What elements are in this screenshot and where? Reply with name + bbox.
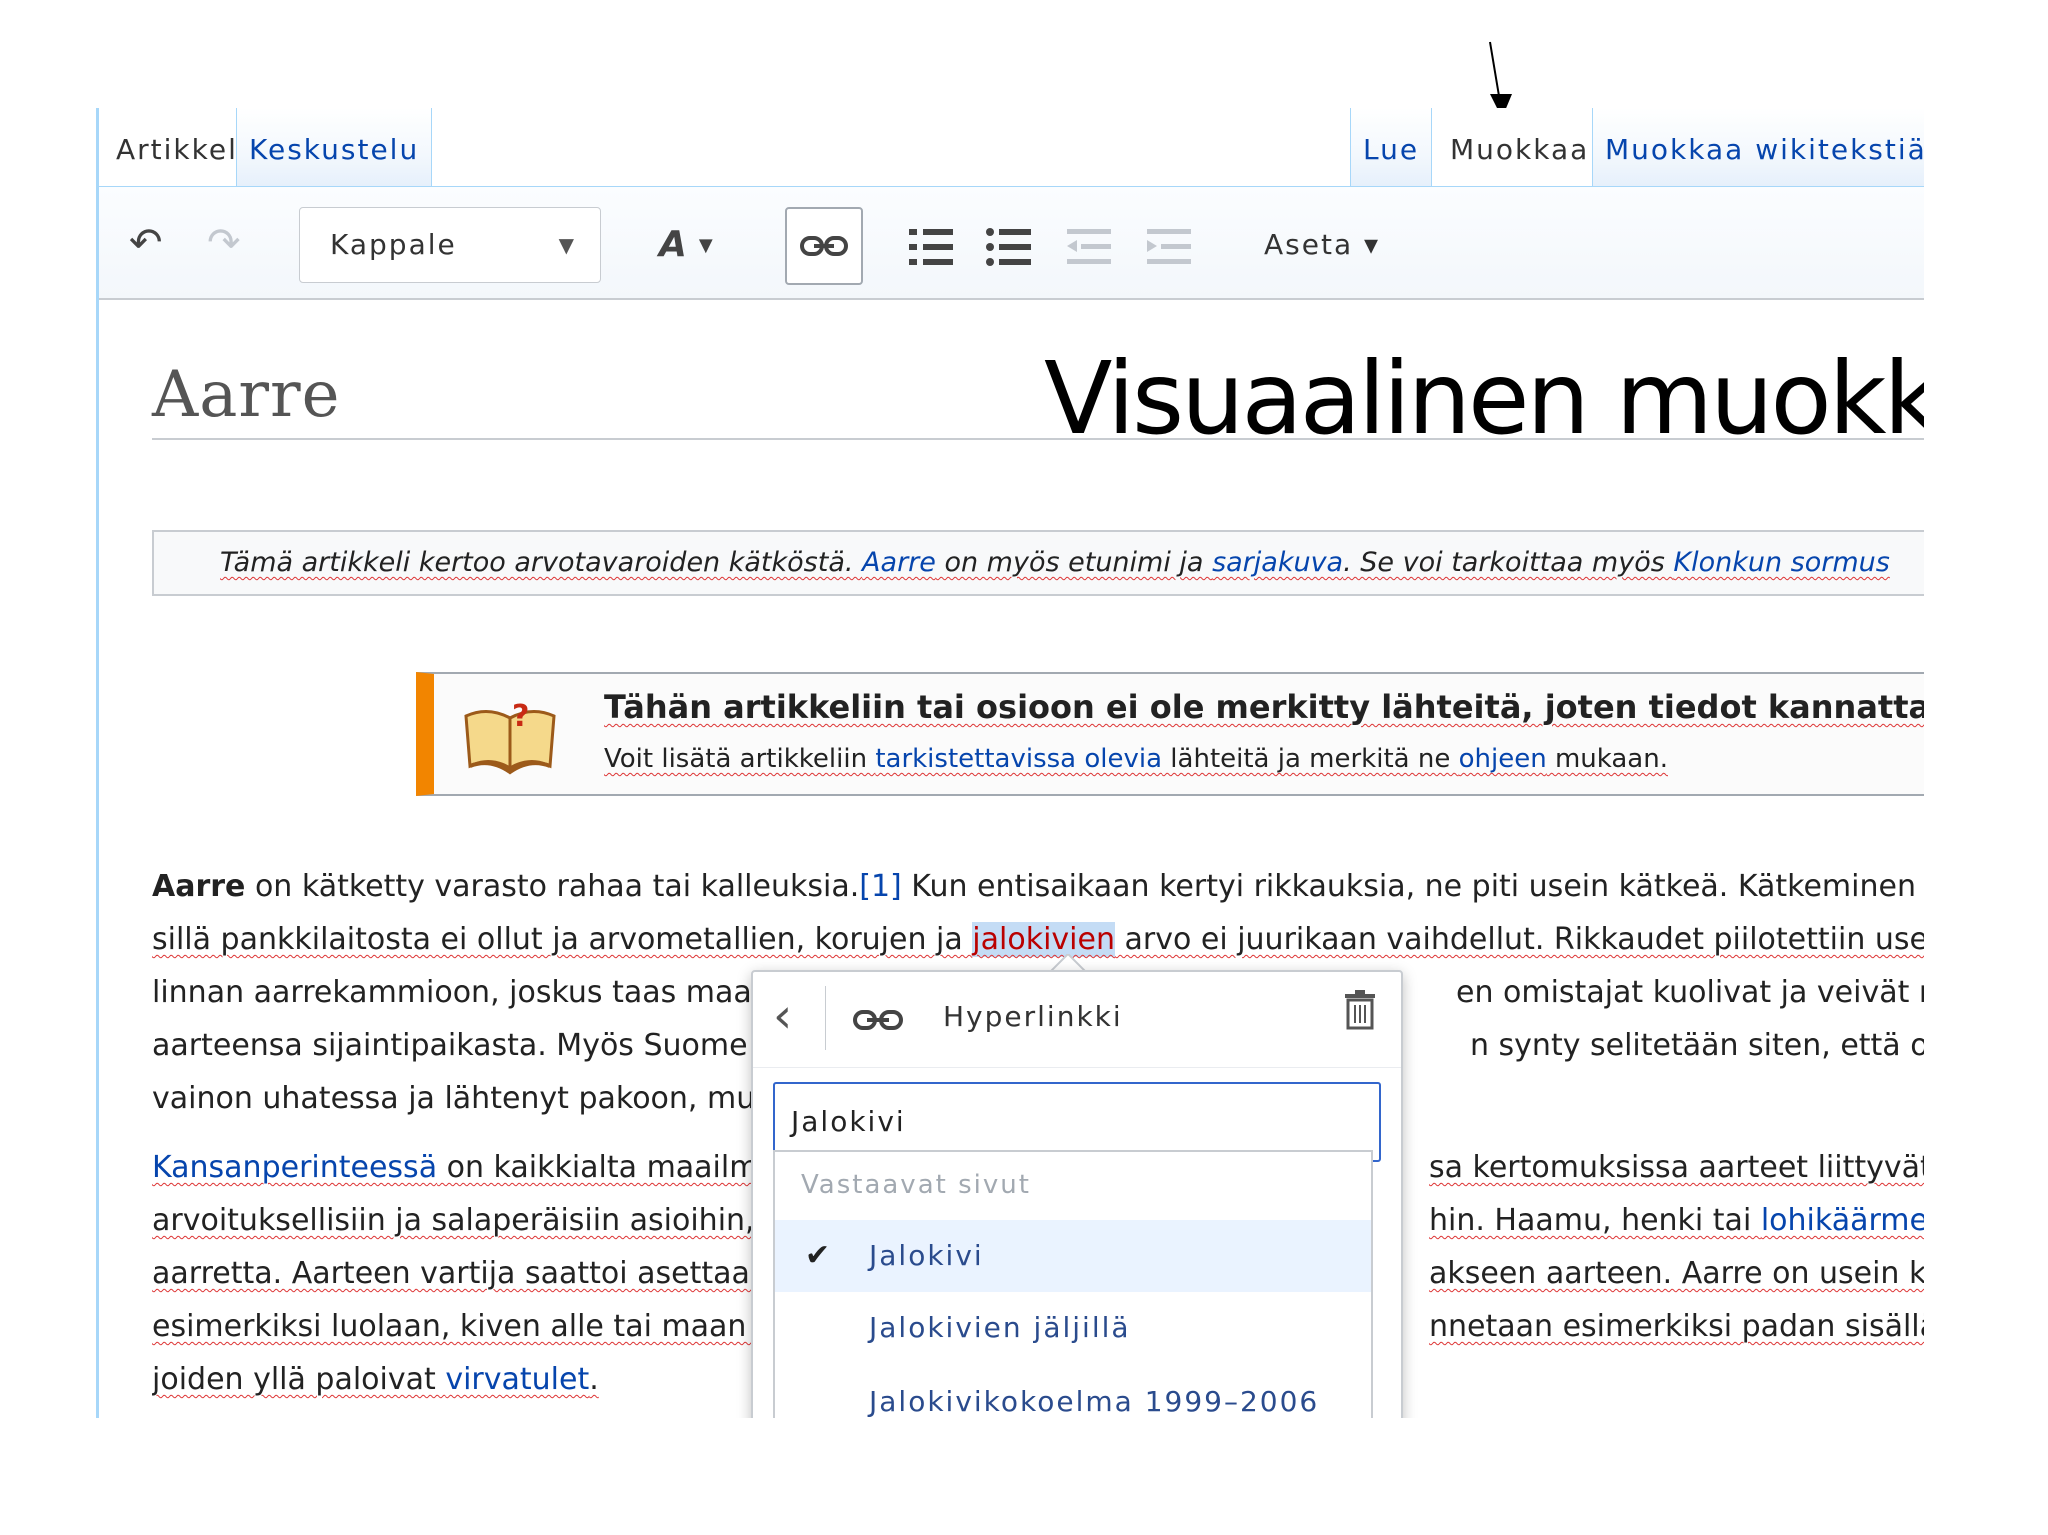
- header-separator: [825, 986, 826, 1050]
- paragraph-1-line-2: sillä pankkilaitosta ei ollut ja arvomet…: [152, 913, 1924, 966]
- notice-link-tarkistettavissa[interactable]: tarkistettavissa olevia: [875, 744, 1162, 774]
- text: on kaikkialta maailmas: [437, 1150, 793, 1185]
- paragraph-format-label: Kappale: [330, 228, 457, 261]
- text-right: hin. Haamu, henki tai lohikäärme saat: [1429, 1194, 1924, 1247]
- suggestion-label: Jalokivien jäljillä: [869, 1311, 1131, 1344]
- svg-text:?: ?: [512, 699, 529, 734]
- text: aarteensa sijaintipaikasta. Myös Suome: [152, 1028, 748, 1063]
- link-button[interactable]: [785, 207, 863, 285]
- text: en omistajat kuolivat ja veivät mukar: [1456, 975, 1924, 1010]
- annotation-label: Visuaalinen muokkaus: [1044, 340, 1924, 457]
- bold-term: Aarre: [152, 869, 246, 904]
- notice-text-part: lähteitä ja merkitä ne: [1162, 744, 1459, 774]
- paragraph-1-line-1: Aarre on kätketty varasto rahaa tai kall…: [152, 860, 1924, 913]
- hatnote-link-sarjakuva[interactable]: sarjakuva: [1212, 547, 1343, 578]
- link-inspector-title: Hyperlinkki: [943, 1000, 1123, 1033]
- suggestions-header: Vastaavat sivut: [801, 1170, 1031, 1200]
- sources-notice: ? Tähän artikkeliin tai osioon ei ole me…: [416, 672, 1924, 796]
- text-right: nnetaan esimerkiksi padan sisällä hau: [1429, 1300, 1924, 1353]
- outdent-icon[interactable]: [1065, 223, 1113, 271]
- chevron-down-icon: ▼: [558, 233, 576, 257]
- text-style-icon[interactable]: A ▼: [659, 225, 713, 266]
- notice-text-part: mukaan.: [1546, 744, 1668, 774]
- text: vainon uhatessa ja lähtenyt pakoon, mu: [152, 1081, 756, 1116]
- hatnote: Tämä artikkeli kertoo arvotavaroiden kät…: [152, 530, 1924, 596]
- suggestion-label: Jalokivikokoelma 1999–2006: [869, 1385, 1320, 1418]
- notice-text-part: Voit lisätä artikkeliin: [604, 744, 876, 774]
- book-question-icon: ?: [464, 699, 556, 775]
- tab-edit-source[interactable]: Muokkaa wikitekstiä: [1592, 108, 1924, 186]
- visual-editor: Artikkeli Keskustelu Lue Muokkaa Muokkaa…: [96, 108, 1924, 1418]
- undo-icon[interactable]: ↶: [129, 223, 163, 263]
- hatnote-text: Tämä artikkeli kertoo arvotavaroiden kät…: [220, 547, 863, 578]
- tab-edit[interactable]: Muokkaa: [1438, 108, 1602, 186]
- tab-discussion[interactable]: Keskustelu: [236, 108, 433, 186]
- text: n synty selitetään siten, että omista: [1470, 1028, 1924, 1063]
- link-kansanperinteessa[interactable]: Kansanperinteessä: [152, 1150, 437, 1185]
- selected-text[interactable]: jalokivien: [972, 922, 1115, 957]
- editor-toolbar: ↶ ↷ Kappale ▼ A ▼ Aseta ▾: [99, 186, 1924, 300]
- text: hin. Haamu, henki tai: [1429, 1203, 1761, 1238]
- insert-menu[interactable]: Aseta ▾: [1264, 207, 1380, 283]
- link-lohikaarme[interactable]: lohikäärme: [1761, 1203, 1924, 1238]
- text: nnetaan esimerkiksi padan sisällä: [1429, 1309, 1924, 1344]
- text: joiden yllä paloivat: [152, 1362, 446, 1397]
- text: .: [589, 1362, 599, 1397]
- editor-left-border: [96, 108, 99, 1418]
- bullet-list-icon[interactable]: [985, 223, 1033, 271]
- link-inspector-header: ‹ Hyperlinkki: [753, 972, 1401, 1068]
- text: akseen aarteen. Aarre on usein kätke: [1429, 1256, 1924, 1291]
- text: on kätketty varasto rahaa tai kalleuksia…: [245, 869, 860, 904]
- numbered-list-icon[interactable]: [907, 223, 955, 271]
- link-suggestions: Vastaavat sivut ✔ Jalokivi Jalokivien jä…: [773, 1150, 1373, 1418]
- back-icon[interactable]: ‹: [773, 988, 792, 1044]
- hatnote-text: . Se voi tarkoittaa myös: [1343, 547, 1674, 578]
- text: sa kertomuksissa aarteet liittyvät: [1429, 1150, 1924, 1185]
- link-inspector: ‹ Hyperlinkki Jalokivi Vastaavat sivut ✔: [751, 970, 1403, 1418]
- suggestion-item[interactable]: ✔ Jalokivi: [775, 1220, 1371, 1292]
- hatnote-text: on myös etunimi ja: [935, 547, 1213, 578]
- checkmark-icon: ✔: [805, 1238, 833, 1273]
- notice-link-ohjeen[interactable]: ohjeen: [1459, 744, 1547, 774]
- text: arvo ei juurikaan vaihdellut. Rikkaudet …: [1114, 922, 1924, 957]
- paragraph-format-select[interactable]: Kappale ▼: [299, 207, 601, 283]
- notice-text: Voit lisätä artikkeliin tarkistettavissa…: [604, 744, 1668, 774]
- text: Kun entisaikaan kertyi rikkauksia, ne pi…: [901, 869, 1924, 904]
- suggestion-item[interactable]: Jalokivien jäljillä: [775, 1292, 1371, 1364]
- suggestion-label: Jalokivi: [869, 1239, 984, 1272]
- link-icon: [800, 236, 848, 256]
- text-right: sa kertomuksissa aarteet liittyvät kum: [1429, 1141, 1924, 1194]
- trash-icon[interactable]: [1343, 990, 1377, 1030]
- hatnote-link-klonkun[interactable]: Klonkun sormus: [1673, 547, 1889, 578]
- link-icon: [853, 1010, 903, 1030]
- indent-icon[interactable]: [1145, 223, 1193, 271]
- suggestion-item[interactable]: Jalokivikokoelma 1999–2006: [775, 1366, 1371, 1418]
- notice-title: Tähän artikkeliin tai osioon ei ole merk…: [604, 688, 1924, 726]
- text: arvoituksellisiin ja salaperäisiin asioi…: [152, 1203, 791, 1238]
- tab-read[interactable]: Lue: [1350, 108, 1433, 186]
- redo-icon[interactable]: ↷: [207, 223, 241, 263]
- link-virvatulet[interactable]: virvatulet: [445, 1362, 589, 1397]
- text: esimerkiksi luolaan, kiven alle tai maan…: [152, 1309, 810, 1344]
- text: aarretta. Aarteen vartija saattoi asetta…: [152, 1256, 790, 1291]
- text: linnan aarrekammioon, joskus taas maas: [152, 975, 768, 1010]
- hatnote-link-aarre[interactable]: Aarre: [862, 547, 936, 578]
- page-title: Aarre: [152, 358, 341, 432]
- reference-link[interactable]: [1]: [859, 869, 902, 904]
- text: sillä pankkilaitosta ei ollut ja arvomet…: [152, 922, 973, 957]
